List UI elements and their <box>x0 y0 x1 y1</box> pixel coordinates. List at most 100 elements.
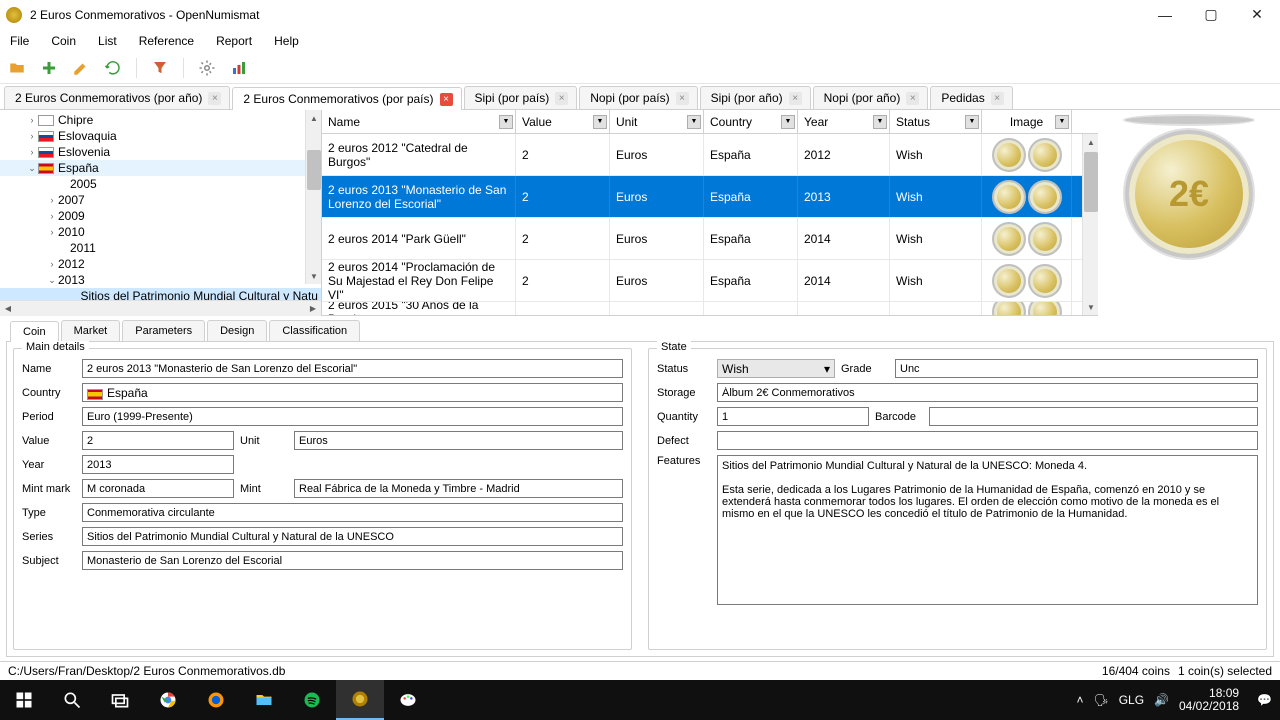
filter-dropdown-icon[interactable]: ▼ <box>593 115 607 129</box>
col-country[interactable]: Country▼ <box>704 110 798 133</box>
tray-speaker-icon[interactable]: 🔊 <box>1154 693 1169 707</box>
tree-node[interactable]: Sitios del Patrimonio Mundial Cultural y… <box>0 288 321 300</box>
taskbar-explorer[interactable] <box>240 680 288 720</box>
col-status[interactable]: Status▼ <box>890 110 982 133</box>
add-icon[interactable] <box>38 57 60 79</box>
menu-reference[interactable]: Reference <box>135 32 198 50</box>
col-year[interactable]: Year▼ <box>798 110 890 133</box>
close-tab-icon[interactable]: × <box>208 92 221 105</box>
search-icon[interactable] <box>48 680 96 720</box>
filter-icon[interactable] <box>149 57 171 79</box>
coin-reverse-image[interactable] <box>1125 130 1253 258</box>
dtab-classification[interactable]: Classification <box>269 320 360 341</box>
chevron-icon[interactable] <box>58 243 70 253</box>
start-button[interactable] <box>0 680 48 720</box>
quantity-field[interactable] <box>717 407 869 426</box>
table-row[interactable]: 2 euros 2012 "Catedral de Burgos"2EurosE… <box>322 134 1098 176</box>
chevron-icon[interactable] <box>58 179 70 189</box>
dtab-coin[interactable]: Coin <box>10 321 59 342</box>
col-image[interactable]: Image▼ <box>982 110 1072 133</box>
subject-field[interactable] <box>82 551 623 570</box>
period-field[interactable] <box>82 407 623 426</box>
taskbar-opennumismat[interactable] <box>336 680 384 720</box>
edit-icon[interactable] <box>70 57 92 79</box>
open-icon[interactable] <box>6 57 28 79</box>
tree-node[interactable]: ›2010 <box>0 224 321 240</box>
close-tab-icon[interactable]: × <box>789 92 802 105</box>
filter-dropdown-icon[interactable]: ▼ <box>781 115 795 129</box>
scroll-up-icon[interactable]: ▲ <box>306 110 321 126</box>
scroll-down-icon[interactable]: ▼ <box>1083 299 1098 315</box>
close-tab-icon[interactable]: × <box>676 92 689 105</box>
taskbar-firefox[interactable] <box>192 680 240 720</box>
taskbar-spotify[interactable] <box>288 680 336 720</box>
tree-node[interactable]: ⌄2013 <box>0 272 321 288</box>
tree-node[interactable]: ›Eslovenia <box>0 144 321 160</box>
table-row[interactable]: 2 euros 2013 "Monasterio de San Lorenzo … <box>322 176 1098 218</box>
refresh-icon[interactable] <box>102 57 124 79</box>
features-field[interactable] <box>717 455 1258 605</box>
tree-node[interactable]: ⌄España <box>0 160 321 176</box>
tab-por-pais[interactable]: 2 Euros Conmemorativos (por país)× <box>232 87 461 110</box>
chevron-icon[interactable]: › <box>46 227 58 237</box>
value-field[interactable] <box>82 431 234 450</box>
status-select[interactable]: Wish▾ <box>717 359 835 378</box>
tab-nopi-pais[interactable]: Nopi (por país)× <box>579 86 697 109</box>
filter-dropdown-icon[interactable]: ▼ <box>499 115 513 129</box>
chevron-icon[interactable]: ⌄ <box>46 275 58 286</box>
tray-volume-icon[interactable]: 🗣 <box>1093 693 1108 707</box>
tree-node[interactable]: ›2007 <box>0 192 321 208</box>
unit-field[interactable] <box>294 431 623 450</box>
chevron-icon[interactable]: › <box>26 131 38 141</box>
menu-coin[interactable]: Coin <box>47 32 80 50</box>
filter-dropdown-icon[interactable]: ▼ <box>687 115 701 129</box>
table-row[interactable]: 2 euros 2014 "Proclamación de Su Majesta… <box>322 260 1098 302</box>
chevron-icon[interactable]: › <box>46 211 58 221</box>
col-unit[interactable]: Unit▼ <box>610 110 704 133</box>
table-row[interactable]: 2 euros 2014 "Park Güell"2EurosEspaña201… <box>322 218 1098 260</box>
menu-file[interactable]: File <box>6 32 33 50</box>
scroll-down-icon[interactable]: ▼ <box>306 268 321 284</box>
chevron-icon[interactable]: › <box>26 147 38 157</box>
tree-node[interactable]: ›Chipre <box>0 112 321 128</box>
country-field[interactable]: España <box>82 383 623 402</box>
tray-chevron-icon[interactable]: ˄ <box>1076 693 1083 707</box>
close-tab-icon[interactable]: × <box>991 92 1004 105</box>
close-button[interactable]: ✕ <box>1234 0 1280 30</box>
year-field[interactable] <box>82 455 234 474</box>
tree-scrollbar-v[interactable]: ▲ ▼ <box>305 110 321 284</box>
tab-nopi-ano[interactable]: Nopi (por año)× <box>813 86 929 109</box>
close-tab-icon[interactable]: × <box>440 93 453 106</box>
storage-field[interactable] <box>717 383 1258 402</box>
scroll-thumb[interactable] <box>1084 152 1098 212</box>
dtab-parameters[interactable]: Parameters <box>122 320 205 341</box>
tree-node[interactable]: 2011 <box>0 240 321 256</box>
close-tab-icon[interactable]: × <box>555 92 568 105</box>
tab-por-ano[interactable]: 2 Euros Conmemorativos (por año)× <box>4 86 230 109</box>
type-field[interactable] <box>82 503 623 522</box>
scroll-left-icon[interactable]: ◀ <box>0 301 16 316</box>
tree-node[interactable]: 2005 <box>0 176 321 192</box>
settings-icon[interactable] <box>196 57 218 79</box>
name-field[interactable] <box>82 359 623 378</box>
table-row[interactable]: 2 euros 2015 "30 Años de la Bandera <box>322 302 1098 315</box>
col-name[interactable]: Name▼ <box>322 110 516 133</box>
taskview-icon[interactable] <box>96 680 144 720</box>
tree-scrollbar-h[interactable]: ◀ ▶ <box>0 300 321 316</box>
filter-dropdown-icon[interactable]: ▼ <box>965 115 979 129</box>
minimize-button[interactable]: ― <box>1142 0 1188 30</box>
scroll-thumb[interactable] <box>307 150 321 190</box>
scroll-track[interactable] <box>16 301 305 316</box>
tab-pedidas[interactable]: Pedidas× <box>930 86 1012 109</box>
close-tab-icon[interactable]: × <box>906 92 919 105</box>
filter-dropdown-icon[interactable]: ▼ <box>873 115 887 129</box>
coin-obverse-image[interactable] <box>1125 116 1253 124</box>
menu-list[interactable]: List <box>94 32 121 50</box>
scroll-up-icon[interactable]: ▲ <box>1083 134 1098 150</box>
filter-dropdown-icon[interactable]: ▼ <box>1055 115 1069 129</box>
defect-field[interactable] <box>717 431 1258 450</box>
menu-help[interactable]: Help <box>270 32 303 50</box>
scroll-right-icon[interactable]: ▶ <box>305 301 321 316</box>
chevron-icon[interactable]: › <box>46 195 58 205</box>
series-field[interactable] <box>82 527 623 546</box>
